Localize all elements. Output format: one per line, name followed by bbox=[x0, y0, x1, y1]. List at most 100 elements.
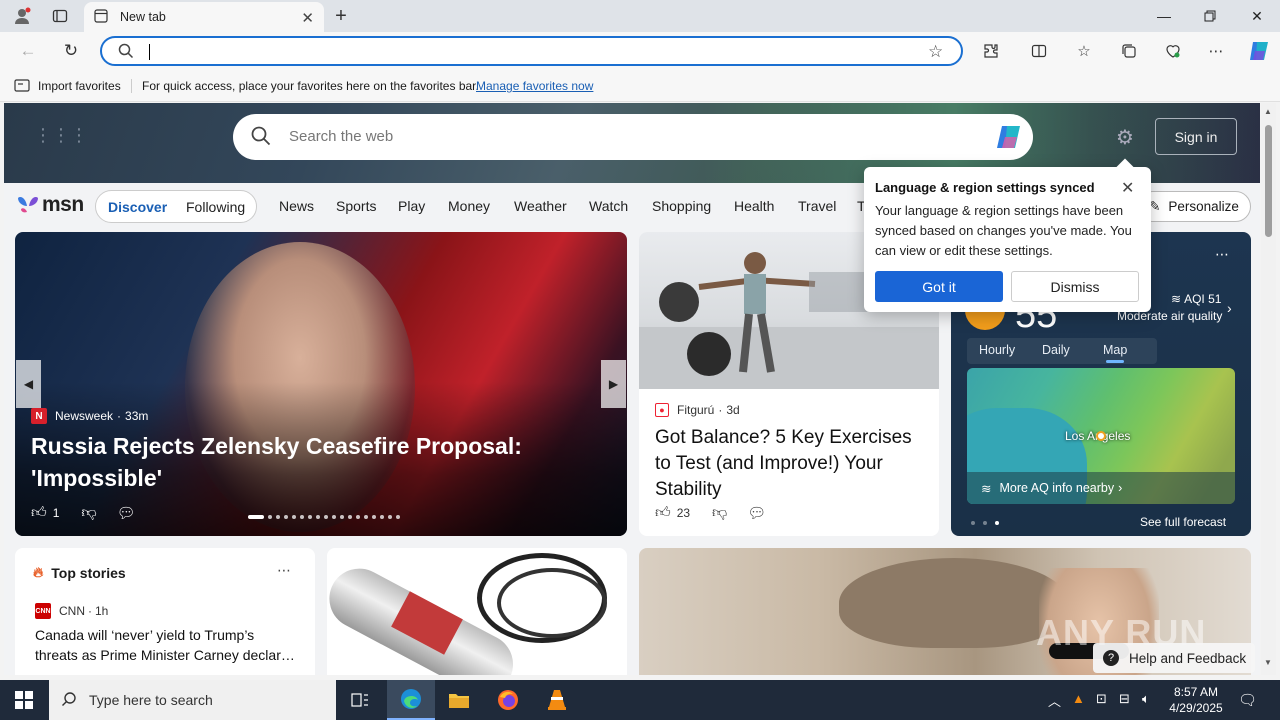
weather-page-dot[interactable] bbox=[983, 521, 987, 525]
web-search-box[interactable]: Search the web bbox=[233, 114, 1033, 160]
nav-weather[interactable]: Weather bbox=[514, 198, 567, 214]
comment-icon[interactable]: 💬︎ bbox=[747, 504, 766, 522]
settings-gear-icon[interactable]: ⚙ bbox=[1116, 125, 1134, 150]
carousel-dot[interactable] bbox=[364, 515, 368, 519]
tab-map[interactable]: Map bbox=[1103, 343, 1127, 357]
favorite-star-icon[interactable]: ☆ bbox=[928, 42, 943, 62]
tray-volume-icon[interactable]: 🔈︎ bbox=[1142, 691, 1150, 707]
tab-actions-icon[interactable] bbox=[50, 6, 70, 26]
top-stories-more-icon[interactable]: ⋯ bbox=[277, 562, 291, 579]
scroll-thumb[interactable] bbox=[1265, 125, 1272, 237]
product-card[interactable] bbox=[327, 548, 627, 675]
carousel-dot[interactable] bbox=[292, 515, 296, 519]
dismiss-button[interactable]: Dismiss bbox=[1011, 271, 1139, 302]
see-forecast-link[interactable]: See full forecast bbox=[1140, 515, 1226, 529]
tab-hourly[interactable]: Hourly bbox=[979, 343, 1015, 357]
nav-health[interactable]: Health bbox=[734, 198, 774, 214]
new-tab-plus-icon[interactable]: + bbox=[331, 5, 351, 27]
tray-device-icon[interactable]: ⊡ bbox=[1096, 691, 1107, 707]
carousel-dot[interactable] bbox=[284, 515, 288, 519]
tray-network-icon[interactable]: ⊟ bbox=[1119, 691, 1130, 707]
nav-travel[interactable]: Travel bbox=[798, 198, 836, 214]
weather-page-dot[interactable] bbox=[995, 521, 999, 525]
thumbs-down-icon[interactable]: 👎︎ bbox=[712, 504, 727, 522]
carousel-dot[interactable] bbox=[276, 515, 280, 519]
address-bar[interactable]: ☆ bbox=[100, 36, 963, 66]
more-options-icon[interactable]: ⋯ bbox=[1205, 40, 1227, 62]
nav-shopping[interactable]: Shopping bbox=[652, 198, 711, 214]
popup-close-icon[interactable]: ✕ bbox=[1121, 178, 1134, 198]
carousel-dot[interactable] bbox=[300, 515, 304, 519]
aqi-value[interactable]: ≋ AQI 51 bbox=[1171, 292, 1221, 306]
back-arrow-icon[interactable]: ← bbox=[15, 38, 41, 64]
weather-map[interactable]: Los Angeles ≋ More AQ info nearby › bbox=[967, 368, 1235, 504]
taskbar-search[interactable]: Type here to search bbox=[49, 680, 336, 720]
carousel-dot[interactable] bbox=[316, 515, 320, 519]
personalize-button[interactable]: ✎ Personalize bbox=[1137, 191, 1251, 222]
weather-more-icon[interactable]: ⋯ bbox=[1215, 246, 1229, 263]
scroll-down-icon[interactable]: ▼ bbox=[1264, 658, 1272, 667]
nav-sports[interactable]: Sports bbox=[336, 198, 376, 214]
carousel-dot[interactable] bbox=[248, 515, 264, 519]
main-story-title[interactable]: Russia Rejects Zelensky Ceasefire Propos… bbox=[31, 430, 591, 494]
close-window-icon[interactable]: ✕ bbox=[1234, 0, 1280, 32]
tray-vlc-icon[interactable]: ▲ bbox=[1072, 691, 1085, 706]
help-feedback-button[interactable]: ? Help and Feedback bbox=[1093, 643, 1255, 673]
page-scrollbar[interactable]: ▲ ▼ bbox=[1261, 103, 1276, 675]
nav-watch[interactable]: Watch bbox=[589, 198, 628, 214]
carousel-dot[interactable] bbox=[324, 515, 328, 519]
carousel-dot[interactable] bbox=[356, 515, 360, 519]
vlc-icon[interactable] bbox=[533, 680, 581, 720]
carousel-dot[interactable] bbox=[380, 515, 384, 519]
apps-grid-icon[interactable]: ⋮⋮⋮ bbox=[34, 125, 88, 146]
carousel-dot[interactable] bbox=[388, 515, 392, 519]
carousel-dot[interactable] bbox=[348, 515, 352, 519]
msn-logo[interactable]: msn bbox=[16, 193, 84, 217]
copilot-icon[interactable] bbox=[1246, 38, 1272, 64]
copilot-logo-icon[interactable] bbox=[993, 121, 1025, 153]
carousel-dot[interactable] bbox=[332, 515, 336, 519]
tray-chevron-up-icon[interactable]: ︿ bbox=[1048, 691, 1061, 710]
tab-discover[interactable]: Discover bbox=[108, 199, 167, 215]
performance-icon[interactable] bbox=[1162, 40, 1184, 62]
sign-in-button[interactable]: Sign in bbox=[1155, 118, 1237, 155]
edge-taskbar-icon[interactable] bbox=[387, 680, 435, 720]
close-tab-icon[interactable]: ✕ bbox=[301, 9, 314, 27]
fitness-story-title[interactable]: Got Balance? 5 Key Exercises to Test (an… bbox=[655, 425, 930, 503]
carousel-dot[interactable] bbox=[396, 515, 400, 519]
tab-following[interactable]: Following bbox=[186, 199, 245, 215]
carousel-next-button[interactable]: ▶ bbox=[601, 360, 626, 408]
nav-play[interactable]: Play bbox=[398, 198, 425, 214]
top-story-title[interactable]: Canada will ‘never’ yield to Trump’s thr… bbox=[35, 625, 300, 665]
firefox-icon[interactable] bbox=[484, 680, 532, 720]
more-aq-link[interactable]: ≋ More AQ info nearby › bbox=[967, 472, 1235, 504]
carousel-dot[interactable] bbox=[372, 515, 376, 519]
carousel-dot[interactable] bbox=[308, 515, 312, 519]
split-screen-icon[interactable] bbox=[1028, 40, 1050, 62]
extensions-icon[interactable] bbox=[980, 40, 1002, 62]
notification-icon[interactable]: 🗨︎ bbox=[1238, 691, 1257, 709]
manage-favorites-link[interactable]: Manage favorites now bbox=[476, 79, 593, 93]
comment-icon[interactable]: 💬︎ bbox=[117, 504, 136, 522]
tray-clock[interactable]: 8:57 AM 4/29/2025 bbox=[1168, 684, 1224, 716]
chevron-right-icon[interactable]: › bbox=[1227, 300, 1232, 316]
got-it-button[interactable]: Got it bbox=[875, 271, 1003, 302]
tab-new-tab[interactable]: New tab ✕ bbox=[84, 2, 324, 32]
restore-icon[interactable] bbox=[1187, 0, 1233, 32]
main-story-card[interactable]: ◀ ▶ N Newsweek · 33m Russia Rejects Zele… bbox=[15, 232, 627, 536]
tab-daily[interactable]: Daily bbox=[1042, 343, 1070, 357]
profile-icon[interactable] bbox=[12, 6, 32, 26]
task-view-icon[interactable] bbox=[336, 680, 384, 720]
import-favorites-button[interactable]: Import favorites bbox=[38, 79, 121, 93]
start-button[interactable] bbox=[0, 680, 48, 720]
thumbs-down-icon[interactable]: 👎︎ bbox=[81, 504, 96, 522]
collections-icon[interactable] bbox=[1118, 40, 1140, 62]
file-explorer-icon[interactable] bbox=[435, 680, 483, 720]
scroll-up-icon[interactable]: ▲ bbox=[1264, 107, 1272, 116]
favorites-icon[interactable]: ☆ bbox=[1073, 40, 1095, 62]
nav-money[interactable]: Money bbox=[448, 198, 490, 214]
carousel-prev-button[interactable]: ◀ bbox=[16, 360, 41, 408]
thumbs-up-icon[interactable]: 👍︎ bbox=[31, 504, 47, 522]
minimize-icon[interactable]: — bbox=[1141, 0, 1187, 32]
weather-page-dot[interactable] bbox=[971, 521, 975, 525]
